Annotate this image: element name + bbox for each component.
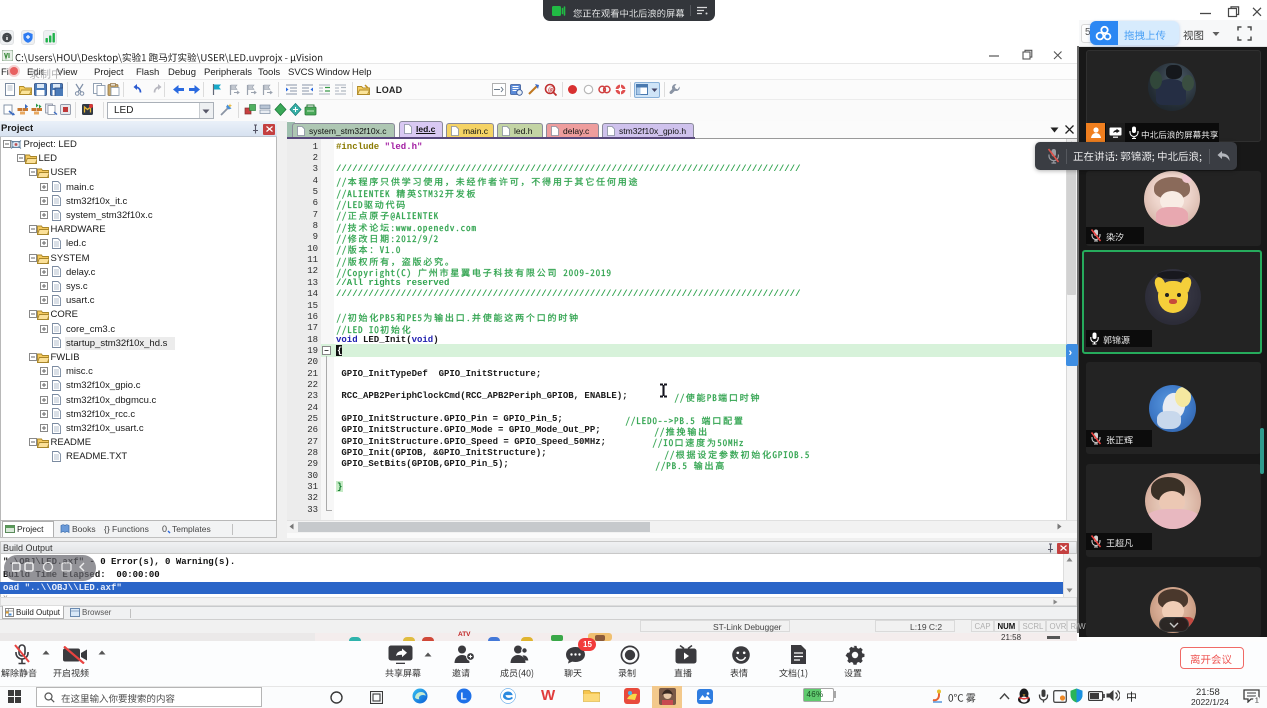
svg-text:1: 1 xyxy=(1255,695,1259,703)
svg-text:0: 0 xyxy=(162,524,167,534)
svg-text:@: @ xyxy=(548,86,555,94)
svg-text:L: L xyxy=(461,692,467,703)
